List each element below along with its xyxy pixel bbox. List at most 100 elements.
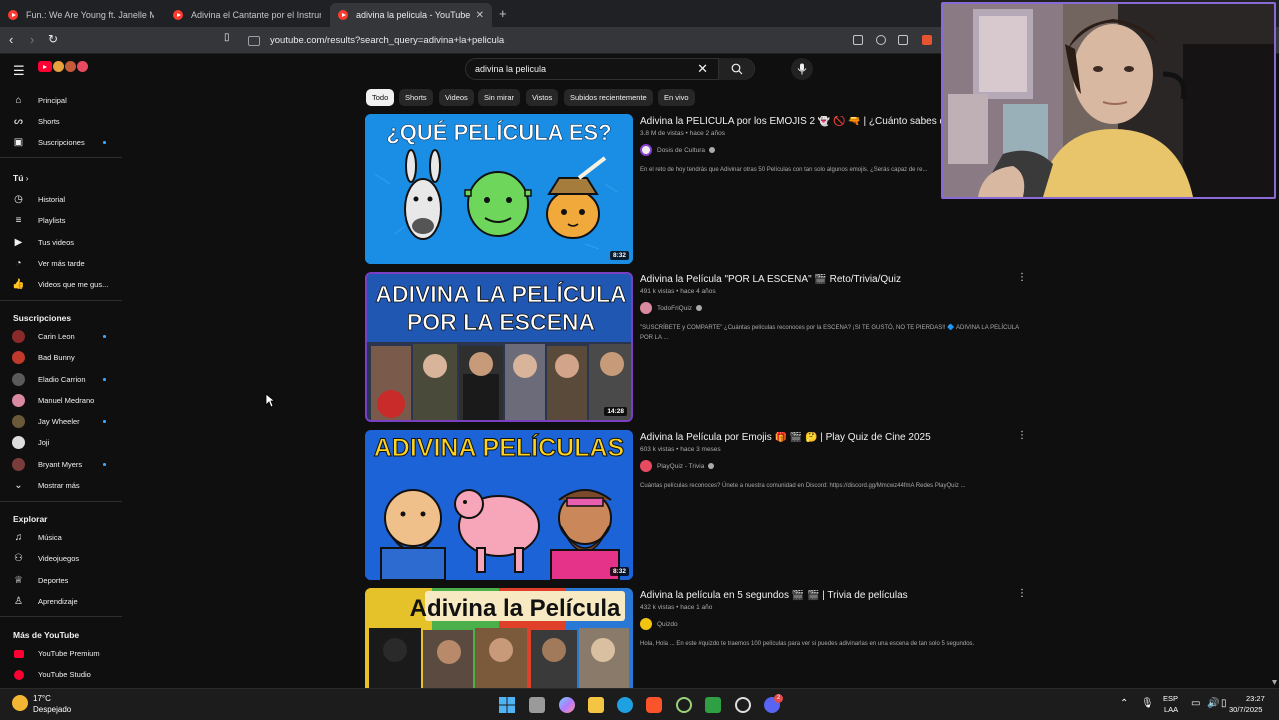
reload-icon[interactable]: ↻ [48,32,58,46]
search-button[interactable] [718,58,754,80]
youtube-favicon-icon [8,10,18,20]
clear-search-icon[interactable]: ✕ [697,61,708,77]
chip-live[interactable]: En vivo [658,89,695,106]
more-actions-icon[interactable]: ⋮ [1017,272,1027,283]
tab-title: Adivina el Cantante por el Instrumental [191,10,321,20]
sidebar-item-youtube-premium[interactable]: YouTube Premium [0,643,122,664]
chip-recent-uploads[interactable]: Subidos recientemente [564,89,653,106]
close-tab-icon[interactable]: ✕ [476,10,484,21]
obs-icon[interactable] [676,697,692,713]
video-title[interactable]: Adivina la película en 5 segundos 🎬 🎬 | … [640,590,908,601]
sidebar-item-home[interactable]: ⌂ Principal [0,90,122,111]
keyboard-layout[interactable]: LAA [1164,705,1178,714]
share-icon[interactable] [898,35,908,45]
notification-badge: 2 [774,694,783,703]
zoom-icon[interactable] [876,35,886,45]
settings-gear-icon[interactable] [735,697,751,713]
weather-moon-icon[interactable] [12,695,28,711]
edge-icon[interactable] [617,697,633,713]
more-actions-icon[interactable]: ⋮ [1017,430,1027,441]
sidebar-item-history[interactable]: ◷ Historial [0,189,122,210]
microphone-icon[interactable]: 🎙 [1141,698,1154,709]
channel-link[interactable]: Dosis de Cultura [640,144,716,156]
chevron-up-icon[interactable]: ⌃ [1120,698,1128,709]
keyboard-language[interactable]: ESP [1163,694,1178,703]
sidebar-channel[interactable]: Bryant Myers [0,454,122,475]
chip-videos[interactable]: Videos [439,89,474,106]
cast-icon[interactable] [853,35,863,45]
new-tab-button[interactable]: + [499,6,507,21]
search-input[interactable]: adivina la pelicula [475,64,697,74]
volume-icon[interactable]: 🔊 [1207,698,1219,709]
video-thumbnail[interactable]: Adivina la Película [365,588,633,688]
more-actions-icon[interactable]: ⋮ [1017,588,1027,599]
sidebar-channel[interactable]: Jay Wheeler [0,411,122,432]
microphone-icon [797,63,807,75]
sidebar-channel[interactable]: Manuel Medrano [0,390,122,411]
minecraft-icon[interactable] [705,697,721,713]
sidebar-item-shorts[interactable]: ᔕ Shorts [0,111,122,132]
site-info-icon[interactable] [248,35,260,46]
sidebar-item-subscriptions[interactable]: ▣ Suscripciones [0,132,122,153]
sidebar-item-gaming[interactable]: ⚇ Videojuegos [0,548,122,569]
address-bar[interactable]: youtube.com/results?search_query=adivina… [240,30,940,51]
back-icon[interactable]: ‹ [9,32,13,47]
doodle-icon [53,61,64,72]
sidebar-item-watch-later[interactable]: ◔ Ver más tarde [0,253,122,274]
video-result: Adivina la Película Adivina la película … [365,588,1030,688]
sidebar-item-youtube-studio[interactable]: YouTube Studio [0,664,122,685]
bookmark-icon[interactable]: ▯ [224,32,230,43]
you-section-heading[interactable]: Tú › [13,173,28,183]
clock-time[interactable]: 23:27 [1246,694,1265,703]
sidebar-item-learning[interactable]: ♙ Aprendizaje [0,591,122,612]
sidebar-channel[interactable]: Eladio Carrion [0,369,122,390]
sidebar-item-music[interactable]: ♫ Música [0,527,122,548]
browser-tab-active[interactable]: adivina la pelicula - YouTube ✕ [330,3,492,27]
brave-icon[interactable] [646,697,662,713]
chip-vistos[interactable]: Vistos [526,89,559,106]
sidebar-channel[interactable]: Joji [0,432,122,453]
forward-icon[interactable]: › [30,32,34,47]
menu-icon[interactable]: ☰ [13,63,25,79]
file-explorer-icon[interactable] [588,697,604,713]
video-title[interactable]: Adivina la PELÍCULA por los EMOJIS 2 👻 🚫… [640,116,945,127]
chip-todo[interactable]: Todo [366,89,395,106]
video-thumbnail[interactable]: ADIVINA LA PELÍCULA POR LA ESCENA 14:28 [365,272,633,422]
video-title[interactable]: Adivina la Película "POR LA ESCENA" 🎬 Re… [640,274,901,285]
doodle-icon [65,61,76,72]
sidebar-channel[interactable]: Carin Leon [0,326,122,347]
video-thumbnail[interactable]: ¿QUÉ PELÍCULA ES? 8:32 [365,114,633,264]
thumbnail-headline: ADIVINA PELÍCULAS [374,433,624,462]
youtube-logo[interactable] [38,61,88,72]
section-heading-text: Tú [13,173,24,183]
doodle-icon [77,61,88,72]
network-icon[interactable]: ▭ [1191,698,1200,709]
tab-title: Fun.: We Are Young ft. Janelle Monáe [26,10,154,20]
channel-link[interactable]: TodoFriQuiz [640,302,703,314]
copilot-icon[interactable] [559,697,575,713]
sidebar-item-label: Tus videos [38,238,74,247]
weather-description[interactable]: Despejado [33,705,71,714]
task-view-icon[interactable] [529,697,545,713]
voice-search-button[interactable] [791,58,813,80]
video-thumbnail[interactable]: ADIVINA PELÍCULAS 8:32 [365,430,633,580]
channel-link[interactable]: Quizdo [640,618,678,630]
sidebar-item-your-videos[interactable]: ▶ Tus videos [0,232,122,253]
chip-shorts[interactable]: Shorts [399,89,433,106]
browser-tab[interactable]: Adivina el Cantante por el Instrumental [165,3,325,27]
sidebar-item-sports[interactable]: ♕ Deportes [0,570,122,591]
chip-sin-mirar[interactable]: Sin mirar [478,89,521,106]
clock-date[interactable]: 30/7/2025 [1229,705,1262,714]
show-more-button[interactable]: ⌄ Mostrar más [0,475,122,496]
brave-shield-icon[interactable] [922,35,932,45]
video-title[interactable]: Adivina la Película por Emojis 🎁 🎬 🤔 | P… [640,432,931,443]
browser-tab[interactable]: Fun.: We Are Young ft. Janelle Monáe [0,3,160,27]
sidebar-channel[interactable]: Bad Bunny [0,347,122,368]
windows-start-icon[interactable] [499,697,515,713]
weather-temperature[interactable]: 17°C [33,694,51,703]
battery-icon[interactable]: ▯ [1221,698,1227,709]
sidebar-item-label: Aprendizaje [38,597,78,606]
sidebar-item-liked-videos[interactable]: 👍 Videos que me gus... [0,274,122,295]
sidebar-item-playlists[interactable]: ≡ Playlists [0,210,122,231]
channel-link[interactable]: PlayQuiz - Trivia [640,460,715,472]
